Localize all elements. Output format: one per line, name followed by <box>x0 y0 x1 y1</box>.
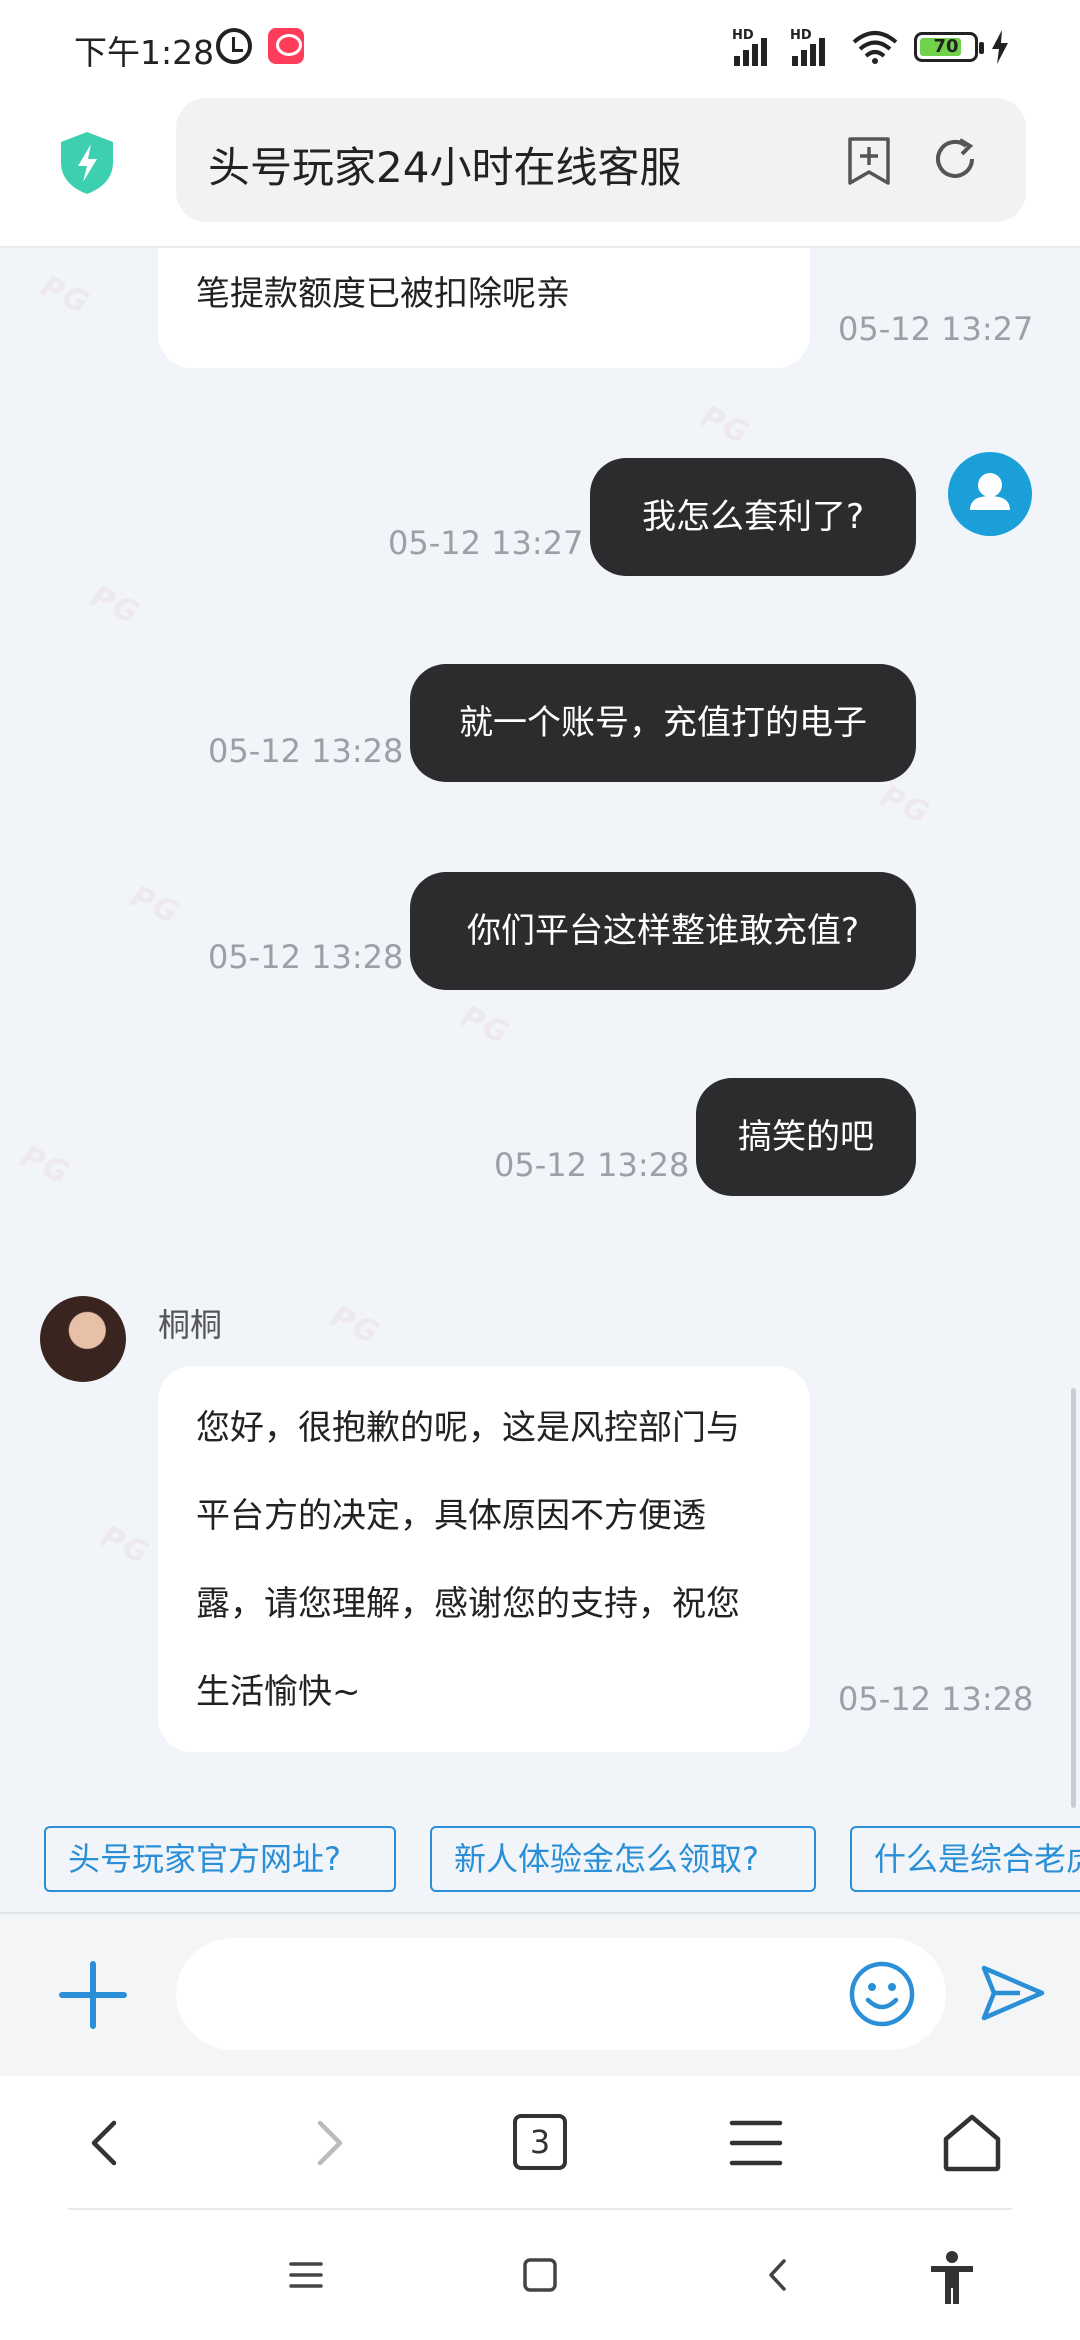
system-back-icon <box>769 2259 786 2291</box>
quick-reply-bar[interactable]: 头号玩家官方网址? 新人体验金怎么领取? 什么是综合老虎 <box>0 1810 1080 1912</box>
agent-avatar[interactable] <box>40 1296 126 1382</box>
message-line: 您好，很抱歉的呢，这是风控部门与 <box>196 1408 740 1448</box>
message-time: 05-12 13:27 <box>388 524 584 562</box>
back-icon <box>91 2120 117 2166</box>
plus-icon[interactable] <box>58 1960 128 2030</box>
battery-icon: 70 <box>914 32 984 62</box>
home-button[interactable] <box>912 2076 1032 2210</box>
alarm-icon <box>216 28 252 64</box>
square-icon <box>523 2258 557 2292</box>
status-bar: 下午1:28 HD HD 70 <box>0 0 1080 96</box>
user-icon <box>970 473 1010 510</box>
battery-level: 70 <box>933 36 959 57</box>
menu-button[interactable] <box>696 2076 816 2210</box>
message-text: 就一个账号，充值打的电子 <box>459 703 867 743</box>
message-time: 05-12 13:28 <box>208 732 404 770</box>
signal-icon-1: HD <box>732 28 782 66</box>
menu-icon <box>729 2120 783 2166</box>
tab-count: 3 <box>513 2114 567 2170</box>
message-text: 我怎么套利了? <box>641 497 865 537</box>
back-button[interactable] <box>46 2076 166 2210</box>
system-navigation <box>0 2210 1080 2340</box>
charging-icon <box>992 30 1008 64</box>
watermark: PG <box>94 1518 156 1573</box>
message-time: 05-12 13:27 <box>838 310 1034 348</box>
url-bar[interactable]: 头号玩家24小时在线客服 <box>176 98 1026 222</box>
chat-area[interactable]: PG PG PG PG PG PG PG PG PG PG PG PG PG 笔… <box>0 248 1080 1810</box>
scrollbar[interactable] <box>1071 1388 1076 1808</box>
user-avatar[interactable] <box>948 452 1032 536</box>
recent-apps-icon <box>289 2262 323 2288</box>
watermark: PG <box>454 998 516 1053</box>
bookmark-add-icon[interactable] <box>846 136 892 186</box>
accessibility-icon <box>931 2251 973 2304</box>
user-message-bubble: 搞笑的吧 <box>696 1078 916 1196</box>
message-time: 05-12 13:28 <box>494 1146 690 1184</box>
browser-header: 头号玩家24小时在线客服 <box>0 96 1080 248</box>
forward-icon <box>317 2120 343 2166</box>
message-line: 露，请您理解，感谢您的支持，祝您 <box>196 1584 740 1624</box>
recent-apps-button[interactable] <box>256 2210 356 2340</box>
accessibility-button[interactable] <box>902 2210 1002 2340</box>
home-icon <box>943 2114 1001 2172</box>
watermark: PG <box>874 778 936 833</box>
message-input-bar <box>0 1912 1080 2076</box>
app-badge-icon <box>268 28 304 64</box>
quick-reply-chip[interactable]: 头号玩家官方网址? <box>44 1826 396 1892</box>
wifi-icon <box>852 31 898 64</box>
send-icon[interactable] <box>980 1962 1046 2024</box>
browser-navigation: 3 <box>0 2076 1080 2210</box>
user-message-bubble: 就一个账号，充值打的电子 <box>410 664 916 782</box>
signal-icon-2: HD <box>790 28 840 66</box>
forward-button[interactable] <box>268 2076 388 2210</box>
reload-icon[interactable] <box>930 134 980 184</box>
message-text: 搞笑的吧 <box>738 1117 874 1157</box>
quick-reply-chip[interactable]: 新人体验金怎么领取? <box>430 1826 816 1892</box>
message-text: 你们平台这样整谁敢充值? <box>466 911 860 951</box>
system-home-button[interactable] <box>490 2210 590 2340</box>
emoji-icon[interactable] <box>848 1960 916 2028</box>
watermark: PG <box>124 878 186 933</box>
watermark: PG <box>694 398 756 453</box>
watermark: PG <box>34 268 96 323</box>
message-line: 生活愉快~ <box>196 1672 361 1712</box>
page-title: 头号玩家24小时在线客服 <box>208 143 682 192</box>
status-time: 下午1:28 <box>74 33 215 72</box>
watermark: PG <box>324 1298 386 1353</box>
system-back-button[interactable] <box>728 2210 828 2340</box>
user-message-bubble: 我怎么套利了? <box>590 458 916 576</box>
tabs-button[interactable]: 3 <box>480 2076 600 2210</box>
shield-icon[interactable] <box>58 130 116 196</box>
message-text: 笔提款额度已被扣除呢亲 <box>196 274 570 314</box>
message-input[interactable] <box>176 1938 946 2050</box>
agent-message-bubble: 笔提款额度已被扣除呢亲 <box>158 248 810 368</box>
agent-name: 桐桐 <box>158 1306 223 1344</box>
message-time: 05-12 13:28 <box>838 1680 1034 1718</box>
quick-reply-chip[interactable]: 什么是综合老虎 <box>850 1826 1080 1892</box>
user-message-bubble: 你们平台这样整谁敢充值? <box>410 872 916 990</box>
agent-message-bubble: 您好，很抱歉的呢，这是风控部门与 平台方的决定，具体原因不方便透 露，请您理解，… <box>158 1366 810 1752</box>
watermark: PG <box>14 1138 76 1193</box>
message-time: 05-12 13:28 <box>208 938 404 976</box>
message-line: 平台方的决定，具体原因不方便透 <box>196 1496 706 1536</box>
watermark: PG <box>84 578 146 633</box>
